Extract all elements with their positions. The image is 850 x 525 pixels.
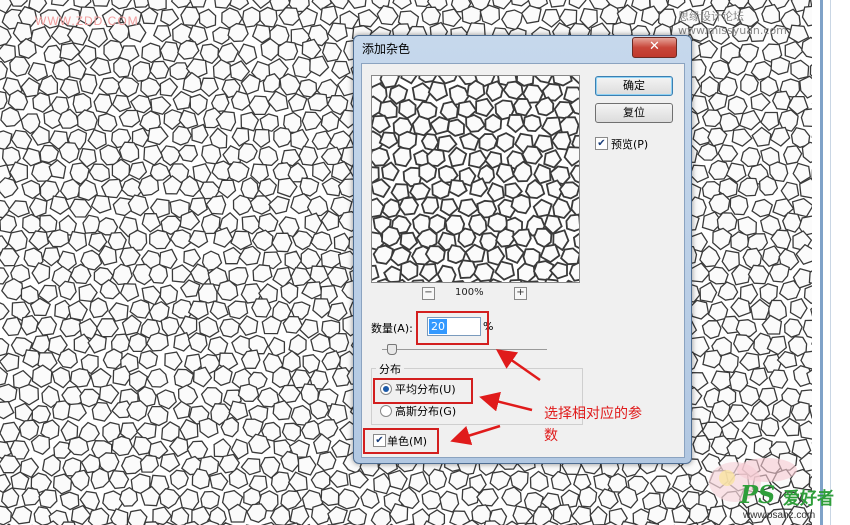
ok-button[interactable]: 确定	[595, 76, 673, 96]
zoom-out-button[interactable]: −	[422, 287, 435, 300]
preview-texture	[372, 76, 579, 282]
dialog-title: 添加杂色	[362, 42, 411, 56]
reset-button[interactable]: 复位	[595, 103, 673, 123]
zoom-in-button[interactable]: +	[514, 287, 527, 300]
preview-label: 预览(P)	[611, 138, 649, 151]
amount-label: 数量(A):	[371, 322, 413, 335]
amount-slider-track[interactable]	[382, 349, 547, 350]
watermark-top-left: WWW.ZDD.COM	[35, 14, 139, 28]
highlight-amount	[416, 311, 489, 345]
window-edge-line	[830, 0, 831, 525]
zoom-level: 100%	[455, 287, 484, 298]
brand-cn-text: 爱好者	[783, 489, 834, 509]
checkmark-icon: ✔	[597, 138, 606, 149]
brand-logo: PS 爱好者 www.psahz.com	[735, 478, 840, 523]
highlight-monochrome	[363, 428, 439, 454]
window-edge-bar	[820, 0, 823, 525]
brand-url: www.psahz.com	[743, 510, 816, 521]
amount-slider-thumb[interactable]	[387, 344, 397, 355]
minus-icon: −	[424, 287, 433, 298]
window-edge	[812, 0, 850, 525]
zoom-controls: − 100% +	[422, 286, 532, 302]
highlight-uniform	[373, 378, 473, 404]
filter-preview[interactable]	[371, 75, 580, 283]
close-icon: ✕	[649, 39, 660, 54]
gaussian-radio[interactable]	[380, 405, 392, 417]
distribution-legend: 分布	[376, 361, 404, 377]
plus-icon: +	[516, 287, 525, 298]
close-button[interactable]: ✕	[632, 37, 677, 58]
brand-ps-text: PS	[740, 480, 776, 509]
annotation-line-1: 选择相对应的参	[544, 406, 642, 422]
preview-checkbox[interactable]: ✔	[595, 137, 608, 150]
gaussian-label: 高斯分布(G)	[395, 405, 457, 418]
annotation-line-2: 数	[544, 428, 558, 444]
